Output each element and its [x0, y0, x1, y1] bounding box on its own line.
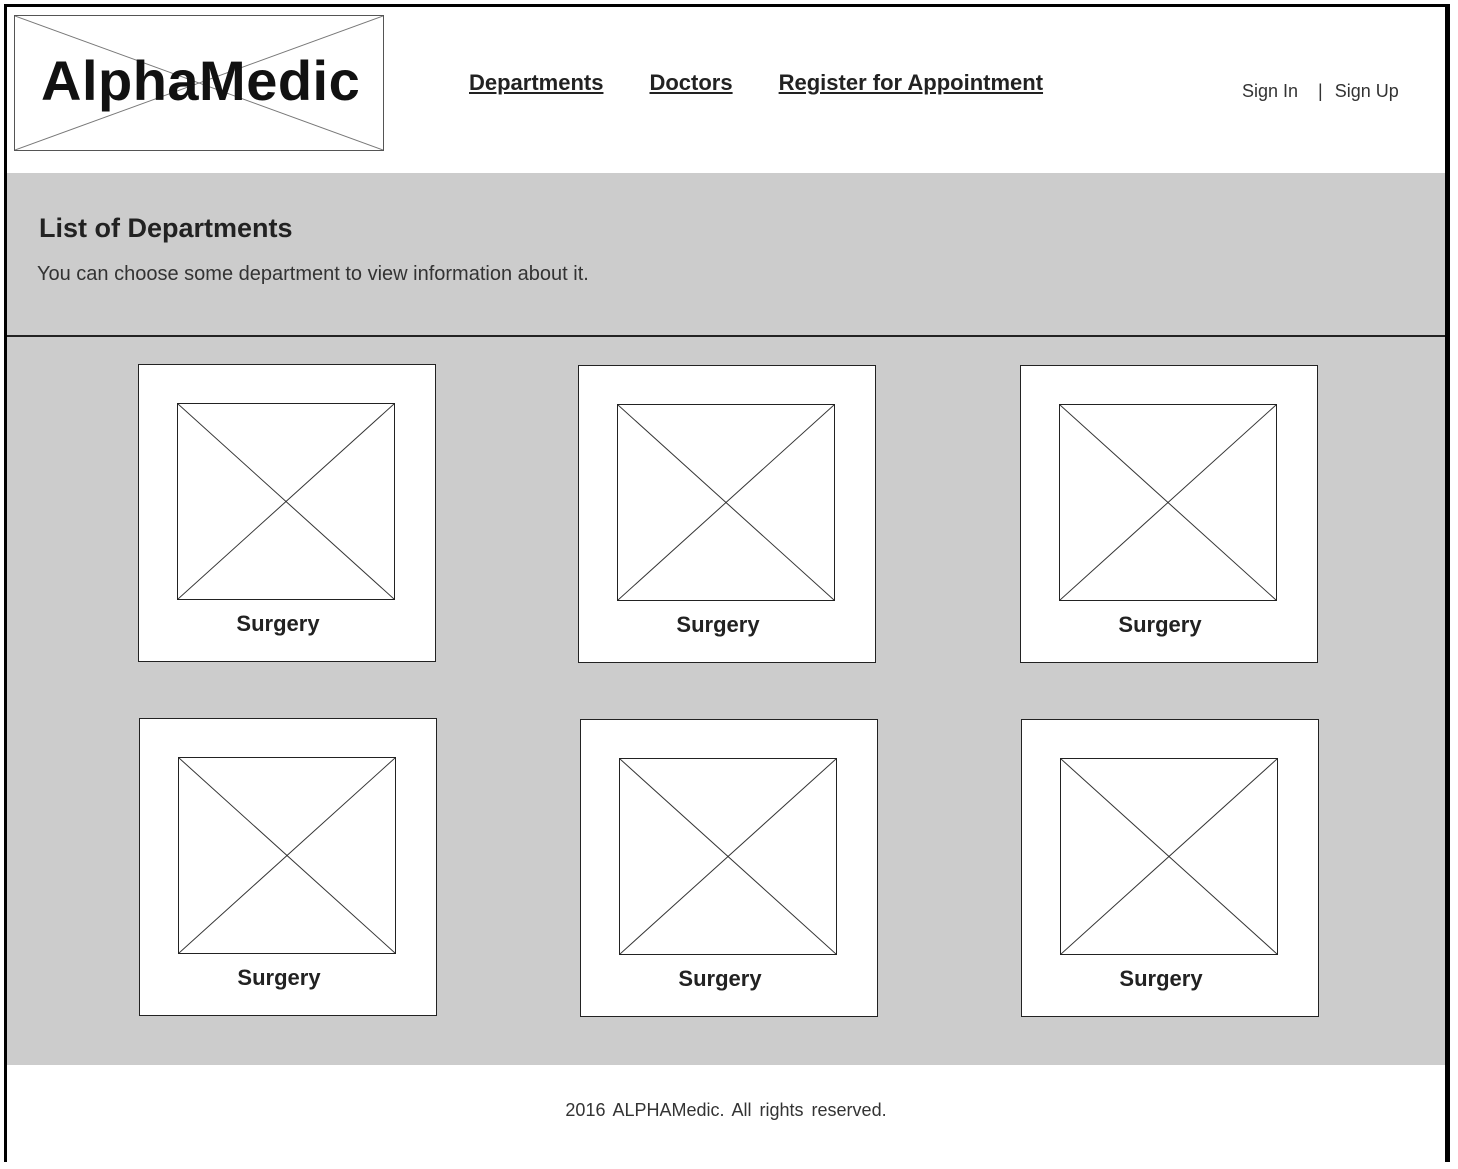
department-card[interactable]: Surgery: [139, 718, 437, 1016]
department-name: Surgery: [1118, 612, 1202, 637]
logo[interactable]: AlphaMedic: [14, 15, 384, 151]
department-name: Surgery: [236, 611, 320, 636]
logo-text: AlphaMedic: [41, 49, 361, 112]
copyright-text: 2016 ALPHAMedic. All rights reserved.: [565, 1100, 887, 1120]
department-card[interactable]: Surgery: [578, 365, 876, 663]
department-image: [1060, 758, 1278, 955]
image-placeholder-icon: [1060, 405, 1276, 600]
page-title: List of Departments: [39, 213, 293, 243]
department-card[interactable]: Surgery: [138, 364, 436, 662]
page-subtitle: You can choose some department to view i…: [37, 263, 589, 285]
sign-up-link[interactable]: Sign Up: [1335, 81, 1399, 101]
department-image: [617, 404, 835, 601]
sign-in-link[interactable]: Sign In: [1242, 81, 1298, 101]
department-name: Surgery: [678, 966, 762, 991]
nav-departments-link[interactable]: Departments: [469, 70, 603, 96]
main-nav: Departments Doctors Register for Appoint…: [469, 70, 1089, 96]
image-placeholder-icon: [1061, 759, 1277, 954]
department-image: [1059, 404, 1277, 601]
site-header: AlphaMedic Departments Doctors Register …: [7, 7, 1445, 174]
department-name: Surgery: [1119, 966, 1203, 991]
image-placeholder-icon: [178, 404, 394, 599]
department-card[interactable]: Surgery: [580, 719, 878, 1017]
department-image: [619, 758, 837, 955]
department-name: Surgery: [676, 612, 760, 637]
site-footer: 2016 ALPHAMedic. All rights reserved.: [7, 1065, 1445, 1163]
department-card[interactable]: Surgery: [1021, 719, 1319, 1017]
image-placeholder-icon: [179, 758, 395, 953]
nav-doctors-link[interactable]: Doctors: [649, 70, 732, 96]
page-frame: AlphaMedic Departments Doctors Register …: [4, 4, 1450, 1163]
department-card[interactable]: Surgery: [1020, 365, 1318, 663]
nav-register-appointment-link[interactable]: Register for Appointment: [779, 70, 1043, 96]
department-name: Surgery: [237, 965, 321, 990]
image-placeholder-icon: [618, 405, 834, 600]
image-placeholder-icon: [620, 759, 836, 954]
department-image: [178, 757, 396, 954]
auth-separator: |: [1318, 81, 1323, 101]
departments-grid: Surgery Surgery Surgery Surgery Surgery …: [7, 337, 1445, 1066]
auth-links: Sign In | Sign Up: [1242, 81, 1399, 102]
intro-section: List of Departments You can choose some …: [7, 173, 1445, 337]
department-image: [177, 403, 395, 600]
